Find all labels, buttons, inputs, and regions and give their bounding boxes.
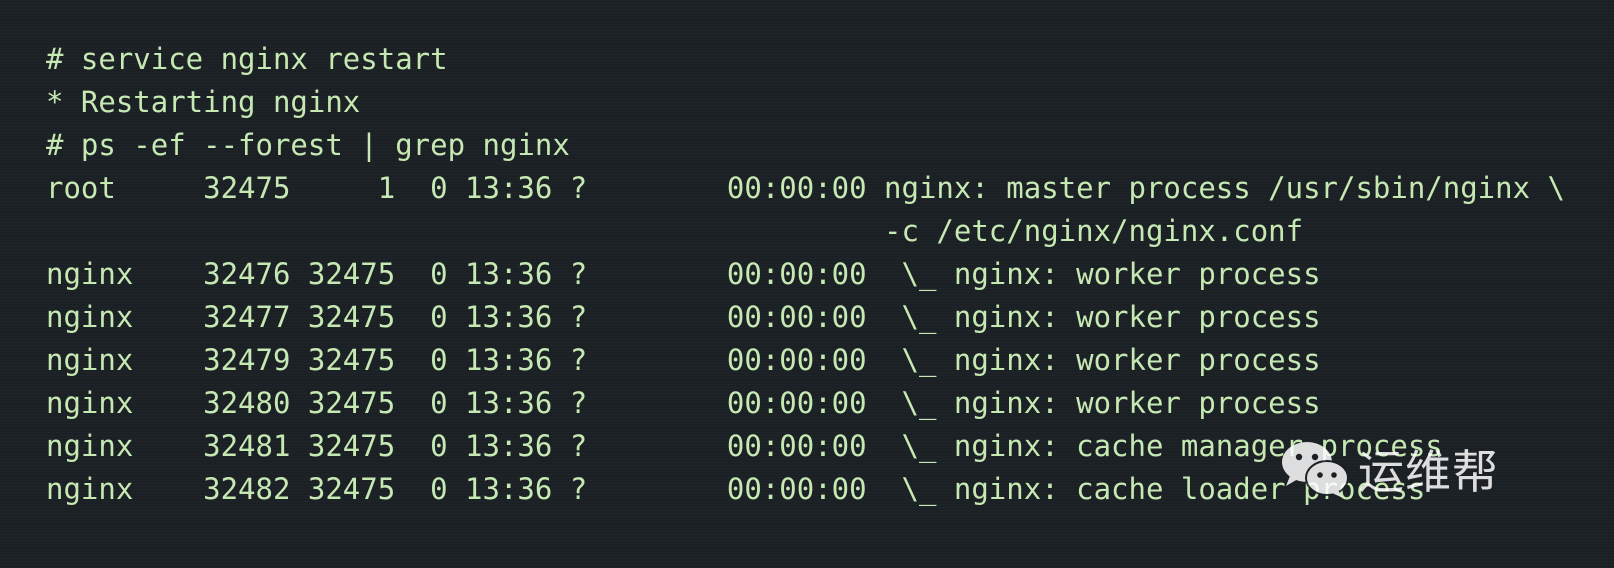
watermark: 运维帮 — [1280, 436, 1540, 502]
terminal-line-process: nginx 32476 32475 0 13:36 ? 00:00:00 \_ … — [46, 257, 1321, 291]
terminal-line-process: root 32475 1 0 13:36 ? 00:00:00 nginx: m… — [46, 171, 1565, 205]
terminal-line-process: nginx 32477 32475 0 13:36 ? 00:00:00 \_ … — [46, 300, 1321, 334]
wechat-icon — [1282, 442, 1349, 498]
terminal-line-continuation: -c /etc/nginx/nginx.conf — [46, 214, 1304, 248]
terminal-line-process: nginx 32479 32475 0 13:36 ? 00:00:00 \_ … — [46, 343, 1321, 377]
terminal-line-command: # service nginx restart — [46, 42, 448, 76]
terminal-window[interactable]: # service nginx restart * Restarting ngi… — [0, 0, 1614, 568]
watermark-text: 运维帮 — [1358, 445, 1499, 499]
terminal-line-command: # ps -ef --forest | grep nginx — [46, 128, 570, 162]
terminal-line-status: * Restarting nginx — [46, 85, 361, 119]
terminal-line-process: nginx 32480 32475 0 13:36 ? 00:00:00 \_ … — [46, 386, 1321, 420]
